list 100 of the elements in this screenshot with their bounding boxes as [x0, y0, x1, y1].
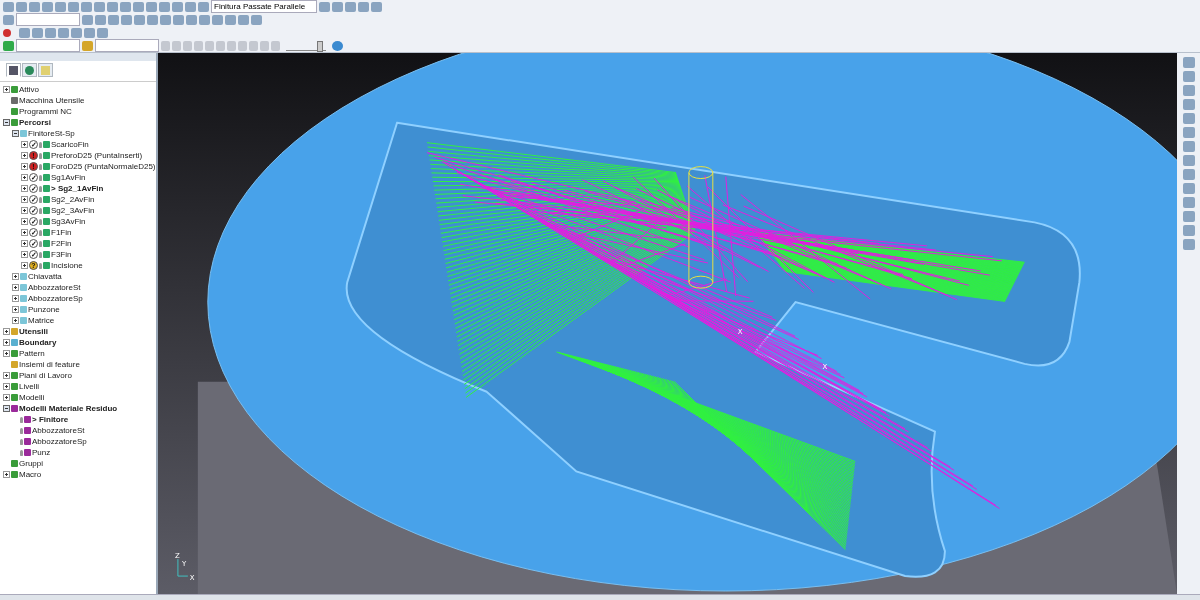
expand-toggle[interactable] [21, 229, 28, 236]
slider-thumb[interactable] [316, 40, 323, 52]
expand-toggle[interactable] [21, 262, 28, 269]
toolbar-button[interactable] [134, 14, 145, 25]
tree-item[interactable]: Incisione [51, 261, 83, 270]
expand-toggle[interactable] [21, 196, 28, 203]
tree-item[interactable]: Piani di Lavoro [19, 371, 72, 380]
playback-button[interactable] [249, 40, 258, 51]
tree-item[interactable]: ScaricoFin [51, 140, 89, 149]
tree-item[interactable]: ForoD25 (PuntaNormaleD25) [51, 162, 156, 171]
expand-toggle[interactable] [3, 383, 10, 390]
tree-item[interactable]: AbbozzatoreSp [28, 294, 83, 303]
tree-item[interactable]: Sg1AvFin [51, 173, 86, 182]
playback-button[interactable] [183, 40, 192, 51]
tree-item[interactable]: Sg2_2AvFin [51, 195, 95, 204]
playback-button[interactable] [271, 40, 280, 51]
tree-item[interactable]: Modelli [19, 393, 45, 402]
tree-item[interactable]: Punzone [28, 305, 60, 314]
tree-item[interactable]: Insiemi di feature [19, 360, 80, 369]
toolbar-button[interactable] [3, 1, 14, 12]
explorer-tab[interactable] [6, 63, 21, 77]
toolbar-button[interactable] [319, 1, 330, 12]
toolbar-button[interactable] [107, 1, 118, 12]
toolbar-button[interactable] [133, 1, 144, 12]
tree-item[interactable]: Macchina Utensile [19, 96, 85, 105]
view-button[interactable] [1182, 113, 1195, 124]
expand-toggle[interactable] [3, 471, 10, 478]
expand-toggle[interactable] [21, 251, 28, 258]
expand-toggle[interactable] [21, 218, 28, 225]
expand-toggle[interactable] [12, 317, 19, 324]
expand-toggle[interactable] [21, 174, 28, 181]
tree-item[interactable]: F1Fin [51, 228, 72, 237]
toolbar-button[interactable] [97, 27, 108, 38]
tree-item[interactable]: Modelli Materiale Residuo [19, 404, 118, 413]
view-button[interactable] [1182, 71, 1195, 82]
explorer-tab[interactable] [22, 63, 37, 77]
toolbar-button[interactable] [173, 14, 184, 25]
toolbar-button[interactable] [160, 14, 171, 25]
toolbar-button[interactable] [251, 14, 262, 25]
toolbar-button[interactable] [146, 1, 157, 12]
toolbar-button[interactable] [55, 1, 66, 12]
tree-item[interactable]: FinitoreSt-Sp [28, 129, 75, 138]
playback-button[interactable] [227, 40, 236, 51]
expand-toggle[interactable] [3, 350, 10, 357]
expand-toggle[interactable] [3, 119, 10, 126]
view-button[interactable] [1182, 141, 1195, 152]
toolbar-button[interactable] [225, 14, 236, 25]
toolbar-button[interactable] [68, 1, 79, 12]
tree-item[interactable]: Chiavatta [28, 272, 62, 281]
toolbar-button[interactable] [108, 14, 119, 25]
toolbar-button[interactable] [238, 14, 249, 25]
toolbar-button[interactable] [3, 14, 14, 25]
toolbar-button[interactable] [332, 1, 343, 12]
playback-button[interactable] [205, 40, 214, 51]
toolbar-button[interactable] [84, 27, 95, 38]
tool-dropdown[interactable] [95, 39, 159, 52]
record-icon[interactable] [3, 28, 11, 37]
tree-item[interactable]: PreforoD25 (PuntaInserti) [51, 151, 143, 160]
expand-toggle[interactable] [3, 339, 10, 346]
tree-item[interactable]: AbbozzatoreSt [28, 283, 81, 292]
toolbar-button[interactable] [121, 14, 132, 25]
toolbar-button[interactable] [358, 1, 369, 12]
view-button[interactable] [1182, 197, 1195, 208]
toolbar-button[interactable] [82, 14, 93, 25]
toolbar-button[interactable] [3, 40, 14, 51]
playback-button[interactable] [172, 40, 181, 51]
selection-dropdown[interactable] [16, 13, 80, 26]
tree-item[interactable]: Boundary [19, 338, 57, 347]
expand-toggle[interactable] [3, 405, 10, 412]
tree-item[interactable]: F3Fin [51, 250, 72, 259]
view-button[interactable] [1182, 239, 1195, 250]
view-button[interactable] [1182, 183, 1195, 194]
view-button[interactable] [1182, 169, 1195, 180]
view-button[interactable] [1182, 99, 1195, 110]
toolbar-button[interactable] [199, 14, 210, 25]
tree-item[interactable]: Pattern [19, 349, 45, 358]
expand-toggle[interactable] [3, 86, 10, 93]
view-button[interactable] [1182, 225, 1195, 236]
tree-item[interactable]: Sg2_3AvFin [51, 206, 95, 215]
expand-toggle[interactable] [21, 185, 28, 192]
toolbar-button[interactable] [94, 1, 105, 12]
toolbar-button[interactable] [45, 27, 56, 38]
toolbar-button[interactable] [159, 1, 170, 12]
tree-item[interactable]: AbbozzatoreSp [32, 437, 87, 446]
strategy-dropdown[interactable]: Finitura Passate Parallele [211, 0, 317, 13]
playback-button[interactable] [238, 40, 247, 51]
playback-button[interactable] [260, 40, 269, 51]
expand-toggle[interactable] [21, 207, 28, 214]
playback-button[interactable] [194, 40, 203, 51]
expand-toggle[interactable] [21, 163, 28, 170]
view-button[interactable] [1182, 85, 1195, 96]
playback-button[interactable] [216, 40, 225, 51]
toolbar-button[interactable] [81, 1, 92, 12]
tree-item[interactable]: Macro [19, 470, 42, 479]
view-button[interactable] [1182, 211, 1195, 222]
tree-item[interactable]: Utensili [19, 327, 48, 336]
tree-item[interactable]: AbbozzatoreSt [32, 426, 85, 435]
expand-toggle[interactable] [3, 372, 10, 379]
expand-toggle[interactable] [21, 240, 28, 247]
tree-item[interactable]: Punz [32, 448, 51, 457]
